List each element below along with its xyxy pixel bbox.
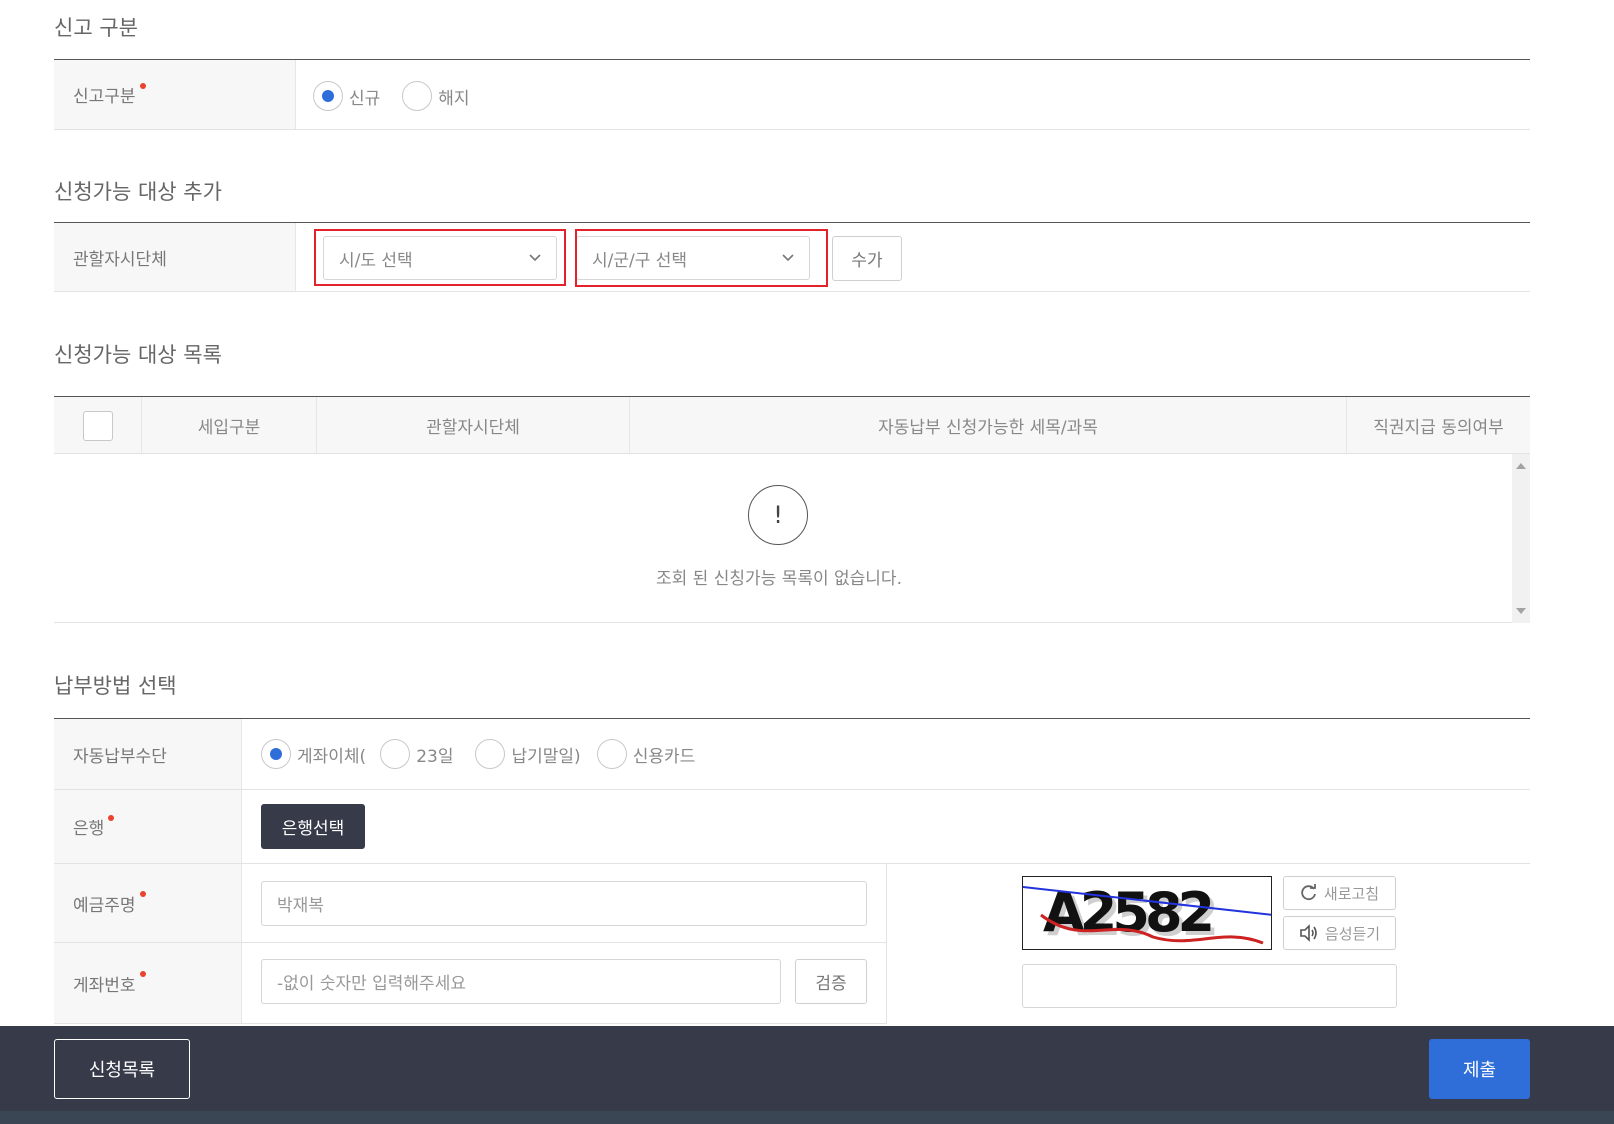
- report-type-row: 신고구분 신규 해지: [54, 59, 1530, 130]
- add-button[interactable]: 수가: [832, 236, 902, 281]
- radio-23rd-circle[interactable]: [380, 739, 411, 769]
- required-dot: [139, 82, 146, 89]
- required-dot: [139, 891, 146, 897]
- select-all-cell: [54, 397, 142, 454]
- application-form: 신고 구분 신고구분 신규 해지 신청가능 대상 추가 관할자시단체 시/도 선…: [0, 0, 1614, 1124]
- report-type-radio-group: 신규 해지: [313, 81, 492, 111]
- captcha-refresh-button[interactable]: 새로고침: [1283, 876, 1396, 910]
- radio-new-circle[interactable]: [313, 81, 343, 111]
- radio-cancel-label: 해지: [438, 88, 470, 109]
- column-header: 자동납부 신청가능한 세목/과목: [630, 397, 1347, 454]
- table-body: ! 조회 된 신칭가능 목록이 없습니다.: [54, 454, 1530, 623]
- taskbar: [0, 1111, 1614, 1124]
- radio-new-label: 신규: [349, 88, 381, 109]
- refresh-icon: [1301, 884, 1316, 901]
- table-scrollbar[interactable]: [1512, 454, 1530, 623]
- speaker-icon: [1300, 924, 1317, 942]
- account-number-field[interactable]: -없이 숫자만 입력해주세요: [261, 959, 781, 1004]
- holder-name-field[interactable]: 박재복: [261, 881, 867, 926]
- account-label-cell: 게좌번호: [54, 943, 242, 1023]
- radio-due-date[interactable]: 납기말일): [475, 739, 581, 769]
- table-header: 세입구분 관할자시단체 자동납부 신청가능한 세목/과목 직권지급 동의여부: [54, 396, 1530, 454]
- captcha-image: A2582 A2582: [1022, 876, 1272, 950]
- radio-credit-card-circle[interactable]: [596, 739, 627, 769]
- select-all-checkbox[interactable]: [82, 410, 113, 441]
- payment-method-row: 자동납부수단 게좌이체( 23일 납기말일) 신용카드: [54, 718, 1530, 790]
- scroll-down-icon[interactable]: [1516, 608, 1526, 614]
- captcha-audio-label: 음성듣기: [1324, 924, 1381, 943]
- account-label: 게좌번호: [73, 975, 136, 996]
- radio-23rd[interactable]: 23일: [380, 739, 453, 769]
- section-title-payment: 납부방법 선택: [54, 674, 177, 698]
- captcha-audio-button[interactable]: 음성듣기: [1283, 916, 1396, 950]
- account-row: 게좌번호 -없이 숫자만 입력해주세요 검증: [54, 943, 886, 1024]
- report-type-label: 신고구분: [73, 87, 136, 107]
- captcha-noise: A2582 A2582: [1023, 881, 1271, 948]
- required-dot: [139, 971, 146, 977]
- bank-label: 은행: [73, 819, 105, 839]
- bank-select-button[interactable]: 은행선택: [261, 804, 365, 849]
- jurisdiction-row: 관할자시단체 시/도 선택 시/군/구 선택 수가: [54, 222, 1530, 292]
- section-title-target-list: 신청가능 대상 목록: [54, 343, 222, 367]
- captcha-input[interactable]: [1022, 964, 1397, 1008]
- jurisdiction-label: 관할자시단체: [73, 249, 167, 270]
- radio-transfer-circle[interactable]: [261, 739, 291, 769]
- report-type-label-cell: 신고구분: [54, 60, 296, 129]
- holder-label: 예금주명: [73, 895, 136, 916]
- verify-button[interactable]: 검증: [795, 959, 867, 1004]
- footer-bar: 신청목록 제출: [0, 1026, 1614, 1111]
- payment-method-label-cell: 자동납부수단: [54, 719, 242, 789]
- empty-message: 조회 된 신칭가능 목록이 없습니다.: [656, 569, 902, 589]
- jurisdiction-label-cell: 관할자시단체: [54, 223, 296, 291]
- radio-23rd-label: 23일: [416, 746, 454, 767]
- radio-due-date-label: 납기말일): [511, 746, 581, 767]
- highlight-box-sigungu: [575, 229, 828, 287]
- bank-label-cell: 은행: [54, 790, 242, 863]
- captcha-area: A2582 A2582 새로고침 음성듣기: [886, 864, 1530, 1024]
- scroll-up-icon[interactable]: [1516, 463, 1526, 469]
- column-header: 관할자시단체: [317, 397, 630, 454]
- column-header: 직권지급 동의여부: [1373, 418, 1504, 438]
- payment-method-radio-group: 게좌이체( 23일 납기말일) 신용카드: [261, 739, 717, 769]
- radio-cancel[interactable]: 해지: [402, 81, 470, 111]
- holder-label-cell: 예금주명: [54, 864, 242, 942]
- radio-credit-card-label: 신용카드: [632, 746, 696, 767]
- radio-cancel-circle[interactable]: [402, 81, 433, 111]
- application-list-button[interactable]: 신청목록: [54, 1039, 190, 1099]
- column-header: 세입구분: [142, 397, 317, 454]
- radio-new[interactable]: 신규: [313, 81, 380, 111]
- radio-transfer-label: 게좌이체(: [297, 746, 367, 767]
- submit-button[interactable]: 제출: [1429, 1039, 1530, 1099]
- radio-due-date-circle[interactable]: [475, 739, 506, 769]
- required-dot: [108, 814, 115, 821]
- radio-credit-card[interactable]: 신용카드: [596, 739, 696, 769]
- payment-method-label: 자동납부수단: [73, 746, 167, 767]
- bank-row: 은행 은행선택: [54, 790, 1530, 864]
- holder-row: 예금주명 박재복: [54, 864, 886, 943]
- captcha-text: A2582: [1043, 881, 1211, 944]
- section-title-report-type: 신고 구분: [54, 16, 138, 40]
- radio-transfer[interactable]: 게좌이체(: [261, 739, 366, 769]
- highlight-box-sido: [314, 229, 566, 286]
- captcha-refresh-label: 새로고침: [1323, 884, 1380, 903]
- exclamation-icon: !: [748, 485, 808, 545]
- section-title-target-add: 신청가능 대상 추가: [54, 180, 222, 204]
